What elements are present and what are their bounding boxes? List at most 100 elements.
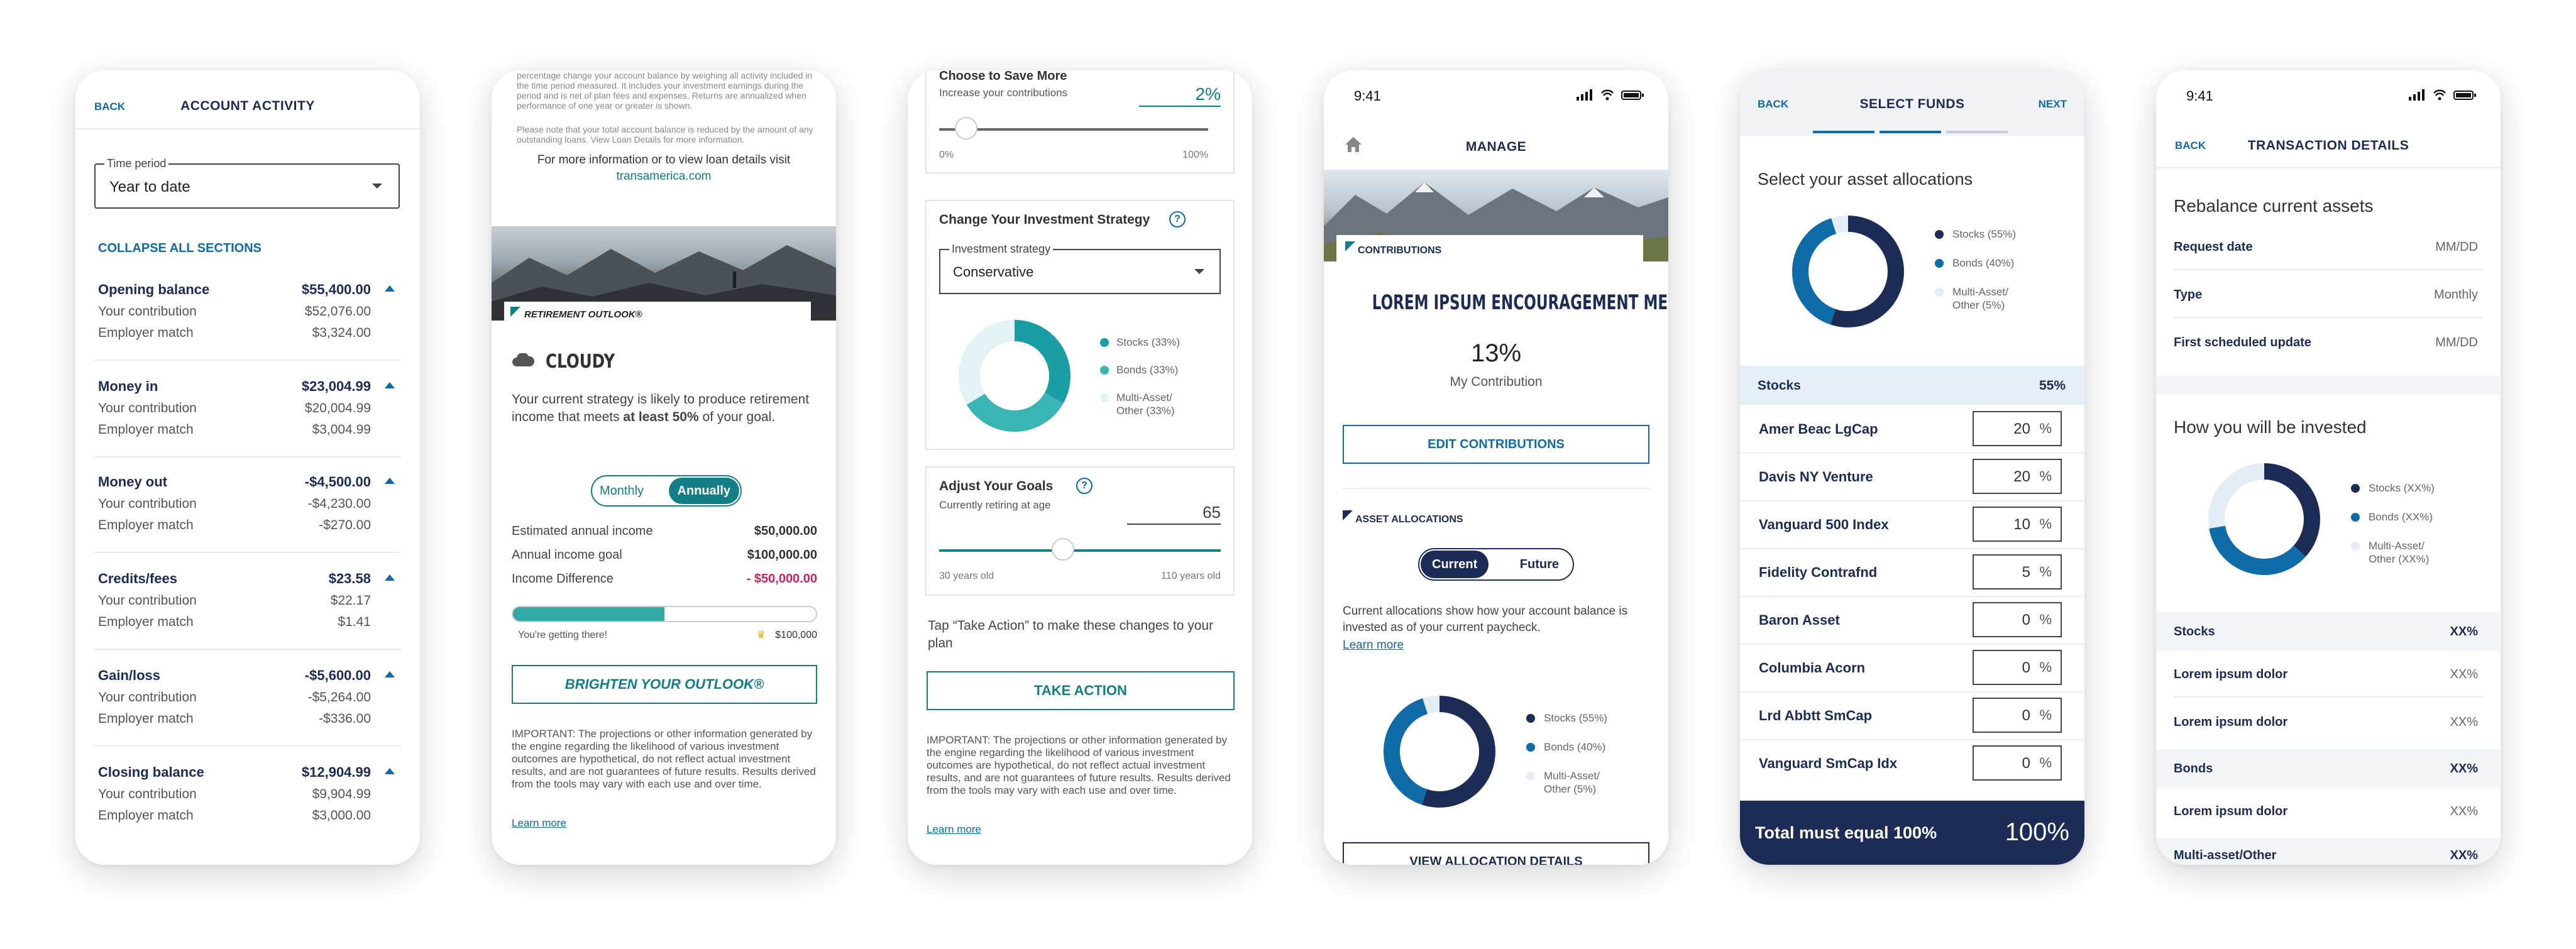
chevron-up-icon[interactable] xyxy=(385,574,395,581)
loan-note: Please note that your total account bala… xyxy=(517,124,813,145)
row-label: Employer match xyxy=(98,808,194,823)
fund-percent-value: 0 xyxy=(2022,612,2030,628)
flag-icon xyxy=(1345,241,1355,251)
transamerica-link[interactable]: transamerica.com xyxy=(492,170,836,184)
strategy-title: Change Your Investment Strategy xyxy=(939,212,1150,227)
learn-more-link[interactable]: Learn more xyxy=(927,823,981,836)
button-label: VIEW ALLOCATION DETAILS xyxy=(1409,855,1583,865)
slider-handle[interactable] xyxy=(1052,538,1075,561)
allocation-donut-chart xyxy=(2208,463,2320,575)
save-more-value[interactable]: 2% xyxy=(1138,84,1221,107)
collapse-all-link[interactable]: COLLAPSE ALL SECTIONS xyxy=(98,241,261,256)
trophy-icon: ♛ xyxy=(756,630,766,640)
fund-percent-input[interactable]: 0 % xyxy=(1973,602,2062,637)
row-label: Employer match xyxy=(98,326,194,340)
row-value: -$336.00 xyxy=(319,711,371,726)
detail-label: Request date xyxy=(2174,240,2253,254)
percent-sign: % xyxy=(2039,516,2052,532)
group-name: Bonds xyxy=(2174,762,2213,776)
toggle-monthly[interactable]: Monthly xyxy=(600,484,644,498)
tap-instruction: Tap “Take Action” to make these changes … xyxy=(928,618,1214,650)
edit-contributions-button[interactable]: EDIT CONTRIBUTIONS xyxy=(1343,425,1649,464)
row-label: Employer match xyxy=(98,518,194,532)
legend-swatch-other xyxy=(1526,772,1535,781)
time-period-select[interactable]: Time period Year to date xyxy=(94,157,400,209)
brighten-outlook-button[interactable]: BRIGHTEN YOUR OUTLOOK® xyxy=(512,665,817,704)
chevron-up-icon[interactable] xyxy=(385,382,395,388)
total-footer: Total must equal 100% 100% xyxy=(1740,801,2084,865)
income-label: Estimated annual income xyxy=(512,524,653,538)
percent-sign: % xyxy=(2039,612,2052,627)
view-allocation-details-button[interactable]: VIEW ALLOCATION DETAILS xyxy=(1343,842,1649,865)
learn-more-link[interactable]: Learn more xyxy=(1343,639,1404,652)
legend-swatch-stocks xyxy=(1100,338,1109,347)
toggle-annually[interactable]: Annually xyxy=(668,478,739,504)
retire-age-value[interactable]: 65 xyxy=(1127,503,1221,525)
fund-name: Vanguard SmCap Idx xyxy=(1759,755,1898,771)
status-time: 9:41 xyxy=(1354,88,1381,104)
fund-name: Lrd Abbtt SmCap xyxy=(1759,708,1873,723)
row-label: Your contribution xyxy=(98,496,197,511)
group-value: XX% xyxy=(2450,625,2478,639)
detail-label: Type xyxy=(2174,288,2203,302)
investment-strategy-select[interactable]: Investment strategy Conservative xyxy=(939,243,1221,294)
take-action-button[interactable]: TAKE ACTION xyxy=(927,671,1235,710)
legend-swatch-bonds xyxy=(1935,259,1944,268)
row-value: $3,324.00 xyxy=(312,326,371,340)
group-percent: 55% xyxy=(2039,378,2066,393)
rebalance-heading: Rebalance current assets xyxy=(2174,196,2374,216)
fund-percent-input[interactable]: 5 % xyxy=(1973,554,2062,590)
allocation-donut-chart xyxy=(1384,696,1495,808)
learn-more-link[interactable]: Learn more xyxy=(512,817,566,830)
legend-other: Multi-Asset/ Other (XX%) xyxy=(2369,540,2430,565)
badge-label: CONTRIBUTIONS xyxy=(1358,245,1442,256)
fund-item: Lorem ipsum dolor xyxy=(2174,715,2288,729)
section-divider xyxy=(94,552,401,553)
section-total: $55,400.00 xyxy=(301,282,371,297)
fund-percent-input[interactable]: 20 % xyxy=(1973,459,2062,494)
contribution-slider[interactable] xyxy=(939,117,1208,140)
fund-percent-value: 10 xyxy=(2013,516,2030,533)
slider-handle[interactable] xyxy=(954,117,977,140)
next-button[interactable]: NEXT xyxy=(2039,98,2067,111)
fund-percent-input[interactable]: 0 % xyxy=(1973,745,2062,781)
group-header-multi-asset: Multi-asset/Other XX% xyxy=(2156,838,2501,865)
page-title: ACCOUNT ACTIVITY xyxy=(180,99,315,113)
section-divider xyxy=(94,359,401,361)
row-label: Your contribution xyxy=(98,690,197,705)
section-gap xyxy=(2156,376,2501,395)
detail-label: First scheduled update xyxy=(2174,336,2311,349)
row-value: $20,004.99 xyxy=(304,401,371,415)
chevron-up-icon[interactable] xyxy=(385,768,395,774)
group-name: Multi-asset/Other xyxy=(2174,848,2277,862)
step-indicator-2 xyxy=(1880,131,1941,133)
help-icon[interactable]: ? xyxy=(1076,478,1093,494)
toggle-future[interactable]: Future xyxy=(1520,557,1559,572)
fund-name: Davis NY Venture xyxy=(1759,469,1873,485)
strategy-card: Change Your Investment Strategy ? Invest… xyxy=(925,200,1235,450)
chevron-up-icon[interactable] xyxy=(385,671,395,677)
help-icon[interactable]: ? xyxy=(1169,211,1186,228)
fund-row: Fidelity Contrafnd 5 % xyxy=(1740,548,2084,597)
chevron-up-icon[interactable] xyxy=(385,285,395,292)
section-divider xyxy=(1343,488,1649,489)
fund-percent-input[interactable]: 0 % xyxy=(1973,650,2062,685)
fund-percent-input[interactable]: 0 % xyxy=(1973,698,2062,733)
fund-percent-input[interactable]: 10 % xyxy=(1973,507,2062,542)
goal-value: $100,000.00 xyxy=(747,548,817,562)
contribution-percent: 13% xyxy=(1470,339,1522,367)
section-total: $12,904.99 xyxy=(301,764,371,780)
fund-percent-input[interactable]: 20 % xyxy=(1973,411,2062,446)
retirement-age-slider[interactable] xyxy=(939,538,1221,561)
allocation-donut-chart xyxy=(1792,216,1904,327)
section-title: Gain/loss xyxy=(98,667,161,683)
fund-row: Davis NY Venture 20 % xyxy=(1740,453,2084,502)
flag-icon xyxy=(510,307,520,317)
row-label: Your contribution xyxy=(98,401,197,415)
row-label: Employer match xyxy=(98,711,194,726)
header-bar: BACK SELECT FUNDS NEXT xyxy=(1740,70,2084,136)
toggle-current[interactable]: Current xyxy=(1421,551,1489,578)
legend-swatch-stocks xyxy=(1935,230,1944,239)
screen-manage: 9:41 MANAGE CONTRIBUTIONS LOREM IPSUM EN… xyxy=(1324,70,1668,865)
chevron-up-icon[interactable] xyxy=(385,478,395,484)
